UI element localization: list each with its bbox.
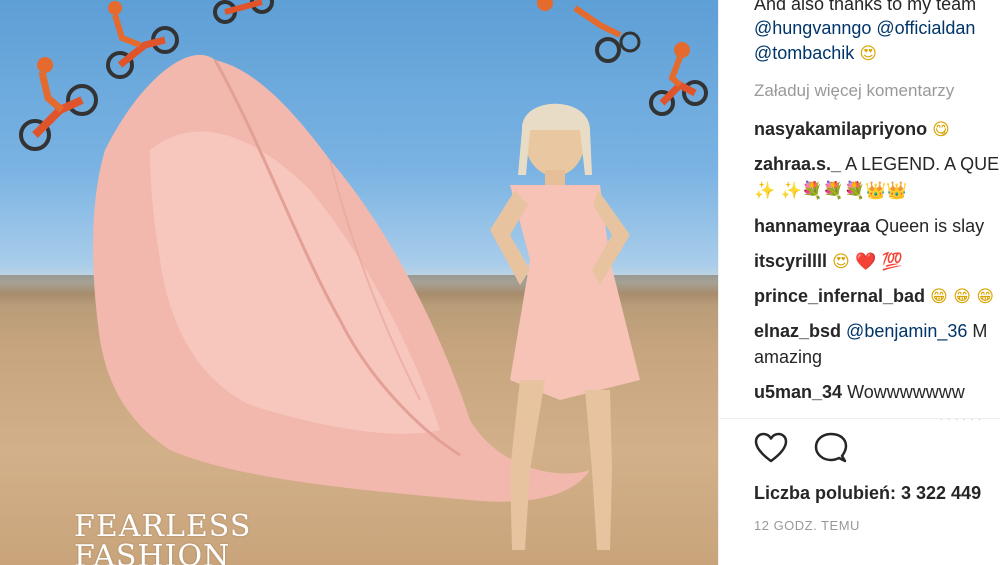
caption-line-1: FEARLESS xyxy=(74,509,252,544)
emoji: 😁 😁 😁 xyxy=(930,287,995,307)
rider-2 xyxy=(106,1,179,79)
comment-text: Queen is slay xyxy=(875,216,985,236)
caption-text: And also thanks to my team xyxy=(754,0,977,14)
caption-line-2: FASHION xyxy=(74,539,231,565)
rider-5 xyxy=(649,42,708,116)
mention-link[interactable]: @officialdan xyxy=(876,18,975,38)
heart-icon[interactable] xyxy=(754,432,788,464)
comment-icon[interactable] xyxy=(814,432,848,464)
rider-1 xyxy=(19,57,98,151)
comment-text: M xyxy=(972,321,988,341)
mention-link[interactable]: @benjamin_36 xyxy=(846,321,967,341)
comment: hannameyraa Queen is slay xyxy=(754,216,984,237)
emoji: 😍 xyxy=(859,44,878,64)
mention-link[interactable]: @hungvanngo xyxy=(754,18,871,38)
comment-text: Wowwwwwww xyxy=(847,382,965,402)
divider xyxy=(719,418,1000,419)
post-timestamp[interactable]: 12 GODZ. TEMU xyxy=(754,518,860,533)
comment-text: amazing xyxy=(754,347,823,367)
comment-text: A LEGEND. A QUE xyxy=(845,154,1000,174)
comment-username[interactable]: prince_infernal_bad xyxy=(754,286,925,306)
comment-username[interactable]: zahraa.s._ xyxy=(754,154,841,174)
post-photo[interactable]: FEARLESS FASHION xyxy=(0,0,718,565)
load-more-comments-link[interactable]: Załaduj więcej komentarzy xyxy=(754,81,954,101)
likes-count[interactable]: Liczba polubień: 3 322 449 xyxy=(754,483,981,504)
comment-username[interactable]: itscyrillll xyxy=(754,251,827,271)
comment: prince_infernal_bad 😁 😁 😁 xyxy=(754,286,994,307)
magazine-caption: FEARLESS FASHION xyxy=(74,512,314,565)
rider-3 xyxy=(213,0,274,24)
comment-emoji-line: ✨ ✨💐💐💐👑👑 xyxy=(754,180,908,201)
emoji: 😍 ❤️ 💯 xyxy=(832,252,903,272)
comment-continued: amazing xyxy=(754,347,822,368)
emoji: 😋 xyxy=(932,120,950,140)
action-bar xyxy=(754,432,870,464)
comment-username[interactable]: nasyakamilapriyono xyxy=(754,119,927,139)
leg-right xyxy=(585,390,612,550)
comment: elnaz_bsd @benjamin_36 M xyxy=(754,321,987,342)
caption-mentions: @hungvanngo @officialdan xyxy=(754,18,975,39)
caption-mentions-2: @tombachik 😍 xyxy=(754,43,877,64)
comments-panel: And also thanks to my team @hungvanngo @… xyxy=(718,0,1000,565)
dress xyxy=(510,185,640,400)
photo-illustration xyxy=(19,0,708,550)
comment: zahraa.s._ A LEGEND. A QUE xyxy=(754,154,999,175)
comment: u5man_34 Wowwwwwww xyxy=(754,382,965,403)
comment: itscyrillll 😍 ❤️ 💯 xyxy=(754,251,903,272)
comment-username[interactable]: u5man_34 xyxy=(754,382,842,402)
comment: nasyakamilapriyono 😋 xyxy=(754,119,950,140)
emoji: ✨ ✨💐💐💐👑👑 xyxy=(754,181,908,201)
leg-left xyxy=(510,380,545,550)
mention-link[interactable]: @tombachik xyxy=(754,43,854,63)
comment-username[interactable]: elnaz_bsd xyxy=(754,321,841,341)
rider-4 xyxy=(537,0,641,63)
comment-username[interactable]: hannameyraa xyxy=(754,216,870,236)
